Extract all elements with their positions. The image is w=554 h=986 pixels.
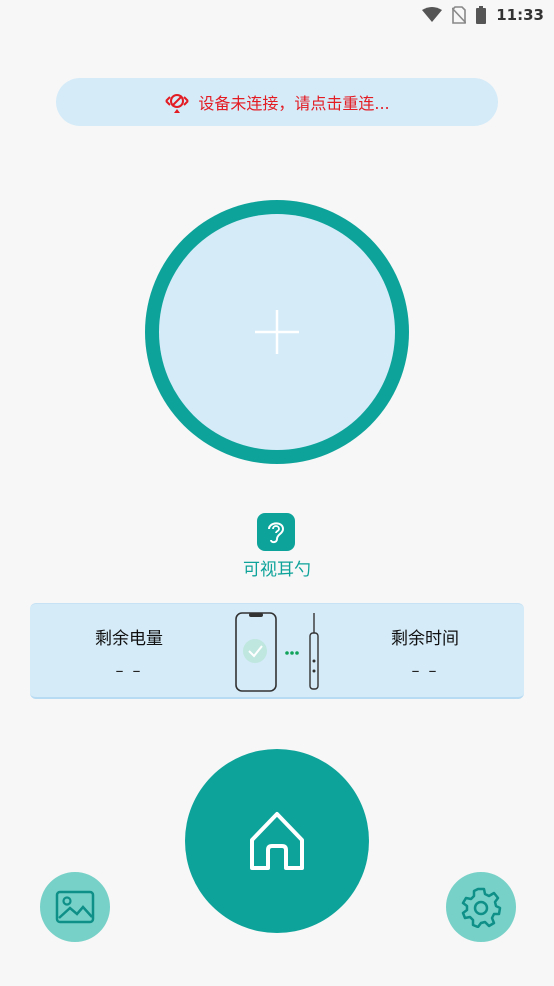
connection-message: 设备未连接，请点击重连...: [198, 94, 390, 113]
battery-title: 剩余电量: [95, 629, 163, 649]
time-info: 剩余时间 – –: [350, 624, 500, 680]
battery-info: 剩余电量 – –: [54, 624, 204, 680]
status-icons: 11:33: [422, 6, 544, 24]
home-icon: [250, 812, 304, 870]
gallery-button[interactable]: [40, 872, 110, 942]
gear-icon: [461, 887, 502, 928]
time-value: – –: [411, 661, 439, 680]
plus-icon: [255, 310, 299, 354]
time-title: 剩余时间: [391, 629, 459, 649]
settings-button[interactable]: [446, 872, 516, 942]
battery-value: – –: [115, 661, 143, 680]
no-sim-icon: [452, 6, 467, 24]
gallery-icon: [55, 890, 95, 924]
phone-to-device-icon: [235, 612, 319, 692]
disconnected-icon: [165, 94, 190, 113]
connection-status-banner[interactable]: 设备未连接，请点击重连...: [56, 78, 498, 126]
ear-icon: [268, 522, 285, 544]
device-info-card: 剩余电量 – – 剩余时间 – –: [30, 603, 524, 699]
home-button[interactable]: [185, 749, 369, 933]
camera-view-button[interactable]: [145, 200, 409, 464]
wifi-icon: [422, 7, 443, 22]
battery-icon: [476, 6, 487, 24]
status-time: 11:33: [496, 6, 544, 24]
camera-view-inner: [159, 214, 395, 450]
mode-label: 可视耳勺: [243, 560, 311, 580]
ear-mode-button[interactable]: [257, 513, 295, 551]
status-bar: 11:33: [0, 0, 554, 30]
